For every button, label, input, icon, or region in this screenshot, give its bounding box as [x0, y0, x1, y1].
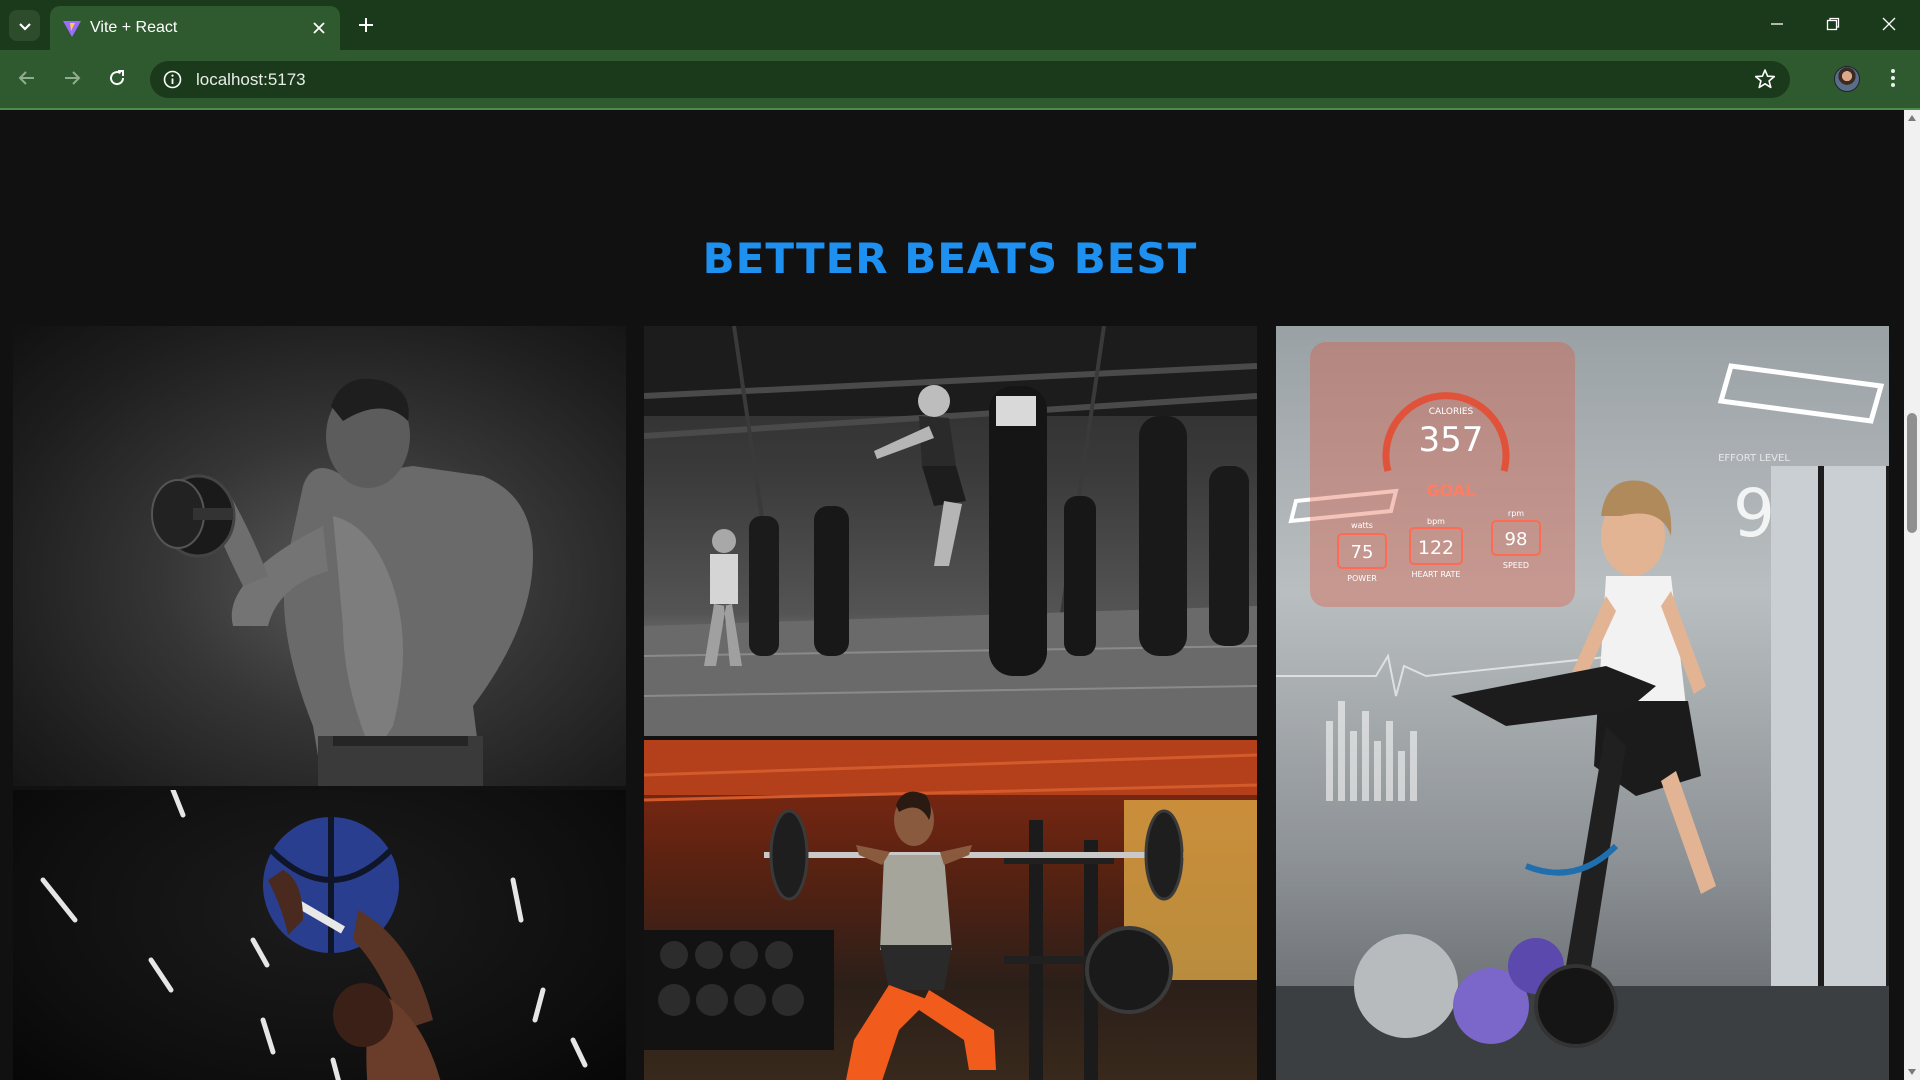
scroll-thumb[interactable] — [1907, 413, 1917, 533]
boxing-gym-kick-photo — [644, 326, 1257, 736]
scroll-up-icon[interactable] — [1908, 115, 1916, 121]
goal-label: GOAL — [1427, 481, 1476, 500]
bpm-value: 122 — [1418, 537, 1454, 559]
address-bar[interactable]: localhost:5173 — [150, 61, 1790, 98]
window-close-button[interactable] — [1866, 8, 1912, 40]
barbell-lunge-photo — [644, 740, 1257, 1080]
heart-rate-label: HEART RATE — [1412, 570, 1461, 579]
rpm-label: rpm — [1508, 509, 1524, 518]
speed-label: SPEED — [1503, 561, 1529, 570]
vite-favicon-icon — [63, 21, 81, 37]
profile-avatar-icon[interactable] — [1834, 66, 1860, 92]
medicine-ball-throw-photo — [13, 790, 626, 1080]
url-text[interactable]: localhost:5173 — [196, 69, 306, 90]
bpm-label: bpm — [1427, 517, 1445, 526]
minimize-icon — [1771, 23, 1783, 25]
kebab-menu-icon[interactable] — [1880, 62, 1906, 94]
plus-icon — [359, 18, 373, 32]
cycling-smart-dashboard-photo: CALORIES 357 GOAL watts 75 POWER bpm 122… — [1276, 326, 1889, 1080]
effort-level-label: EFFORT LEVEL — [1718, 453, 1790, 464]
bodybuilder-dumbbell-photo — [13, 326, 626, 786]
browser-toolbar: localhost:5173 — [0, 50, 1920, 108]
window-close-icon — [1882, 17, 1896, 31]
minimize-button[interactable] — [1754, 8, 1800, 40]
restore-icon — [1826, 17, 1840, 31]
watts-label: watts — [1351, 521, 1373, 530]
reload-icon — [110, 70, 125, 86]
restore-button[interactable] — [1810, 8, 1856, 40]
calories-value: 357 — [1419, 420, 1484, 460]
reload-button[interactable] — [101, 62, 133, 94]
effort-level-value: 9 — [1733, 475, 1775, 552]
info-icon[interactable] — [162, 69, 183, 90]
calories-label: CALORIES — [1429, 407, 1474, 417]
forward-icon — [65, 71, 81, 85]
scroll-down-icon[interactable] — [1908, 1069, 1916, 1075]
tab-title: Vite + React — [90, 19, 178, 36]
close-icon — [313, 22, 325, 34]
page-scrollbar[interactable] — [1904, 110, 1920, 1080]
star-icon[interactable] — [1754, 68, 1776, 90]
back-icon — [18, 71, 34, 85]
tab-close-button[interactable] — [308, 17, 330, 39]
power-label: POWER — [1347, 574, 1377, 583]
watts-value: 75 — [1351, 542, 1374, 563]
section-heading: BETTER BEATS BEST — [702, 234, 1198, 283]
tab-search-button[interactable] — [9, 10, 40, 41]
rpm-value: 98 — [1505, 529, 1528, 550]
page-viewport: BETTER BEATS BEST CALORIES 357 GOAL watt… — [0, 110, 1904, 1080]
chevron-down-icon — [18, 22, 31, 31]
forward-button[interactable] — [56, 62, 88, 94]
new-tab-button[interactable] — [352, 11, 380, 39]
active-tab[interactable]: Vite + React — [50, 6, 340, 50]
browser-tab-strip: Vite + React — [0, 0, 1920, 50]
back-button[interactable] — [11, 62, 43, 94]
